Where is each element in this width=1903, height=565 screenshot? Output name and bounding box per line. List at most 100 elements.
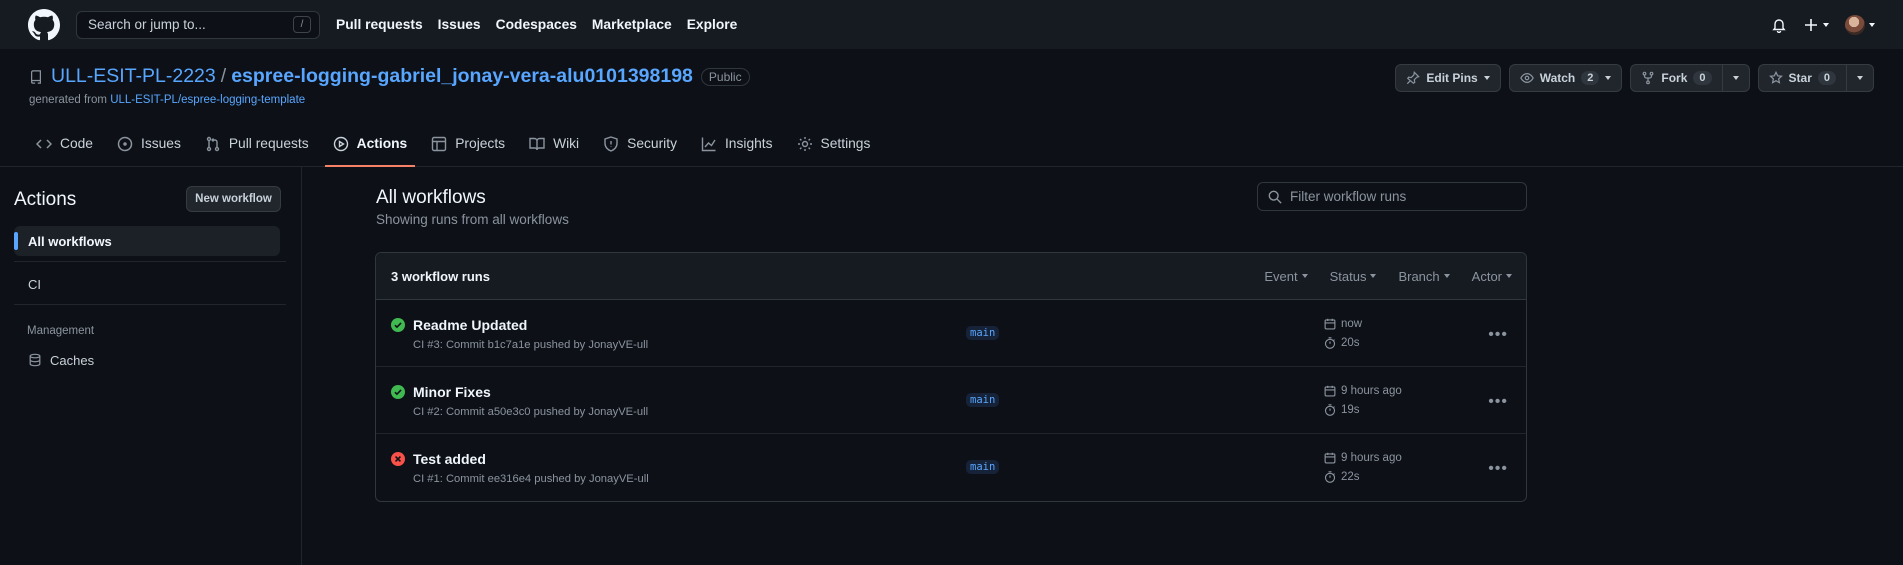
search-shortcut-key: / <box>293 16 311 33</box>
code-icon <box>36 139 52 149</box>
tab-settings-label: Settings <box>820 136 871 151</box>
run-time: 9 hours ago <box>1324 385 1402 397</box>
pin-icon <box>1407 71 1421 85</box>
global-header: Search or jump to... / Pull requests Iss… <box>0 0 1903 49</box>
filter-status-label: Status <box>1329 268 1367 284</box>
tab-code-label: Code <box>60 136 93 151</box>
run-duration: 22s <box>1324 471 1360 483</box>
run-time-label: 9 hours ago <box>1341 385 1402 397</box>
run-time-label: 9 hours ago <box>1341 452 1402 464</box>
repo-actions: Edit Pins Watch 2 Fork 0 Star 0 <box>1395 64 1874 92</box>
user-menu[interactable] <box>1845 14 1875 35</box>
runs-header: 3 workflow runs Event Status Branch Acto… <box>376 253 1526 300</box>
run-title[interactable]: Minor Fixes <box>413 384 491 400</box>
x-circle-icon <box>391 452 405 466</box>
eye-icon <box>1519 73 1534 83</box>
run-meta: CI #3: Commit b1c7a1e pushed by JonayVE-… <box>413 339 649 351</box>
run-duration: 19s <box>1324 404 1360 416</box>
tab-security[interactable]: Security <box>595 131 685 167</box>
chevron-down-icon <box>1869 22 1875 27</box>
tab-code[interactable]: Code <box>28 131 101 167</box>
star-label: Star <box>1788 71 1812 85</box>
workflow-run-row[interactable]: Minor Fixes CI #2: Commit a50e3c0 pushed… <box>376 367 1526 434</box>
sidebar-item-caches[interactable]: Caches <box>14 345 280 375</box>
page-title: All workflows <box>376 187 486 208</box>
repo-owner-link[interactable]: ULL-ESIT-PL-2223 <box>51 65 216 88</box>
fork-label: Fork <box>1661 71 1688 85</box>
watch-button[interactable]: Watch 2 <box>1508 64 1623 92</box>
tab-issues[interactable]: Issues <box>109 131 189 167</box>
chevron-down-icon <box>1605 76 1612 80</box>
sidebar-item-all-workflows[interactable]: All workflows <box>14 226 280 256</box>
tab-actions[interactable]: Actions <box>324 131 416 167</box>
kebab-menu-icon[interactable]: ••• <box>1488 326 1508 344</box>
workflow-run-row[interactable]: Readme Updated CI #3: Commit b1c7a1e pus… <box>376 300 1526 367</box>
new-workflow-button[interactable]: New workflow <box>186 186 281 212</box>
chevron-down-icon <box>1370 274 1377 278</box>
nav-codespaces[interactable]: Codespaces <box>496 17 577 32</box>
sidebar-item-caches-label: Caches <box>50 352 95 368</box>
branch-label[interactable]: main <box>966 460 1000 474</box>
run-title[interactable]: Test added <box>413 451 486 467</box>
bell-icon[interactable] <box>1771 17 1787 33</box>
filter-branch-label: Branch <box>1398 268 1440 284</box>
search-input[interactable]: Search or jump to... / <box>76 10 320 39</box>
star-dropdown-button[interactable] <box>1847 64 1874 92</box>
nav-marketplace[interactable]: Marketplace <box>592 17 672 32</box>
tab-insights[interactable]: Insights <box>693 131 781 167</box>
edit-pins-button[interactable]: Edit Pins <box>1395 64 1501 92</box>
chevron-down-icon <box>1732 76 1739 80</box>
filter-placeholder: Filter workflow runs <box>1290 189 1407 204</box>
tab-pull-requests-label: Pull requests <box>228 136 309 151</box>
repo-name-link[interactable]: espree-logging-gabriel_jonay-vera-alu010… <box>231 65 693 88</box>
search-placeholder: Search or jump to... <box>88 17 206 32</box>
calendar-icon <box>1324 452 1336 464</box>
page-subtitle: Showing runs from all workflows <box>376 212 569 227</box>
watch-label: Watch <box>1539 71 1576 85</box>
run-title[interactable]: Readme Updated <box>413 317 527 333</box>
nav-pull-requests[interactable]: Pull requests <box>336 17 423 32</box>
tab-actions-label: Actions <box>356 136 408 151</box>
sidebar-divider <box>14 261 286 262</box>
issue-icon <box>117 136 133 152</box>
sidebar-item-ci[interactable]: CI <box>14 269 280 299</box>
filter-event-label: Event <box>1264 268 1298 284</box>
filter-branch[interactable]: Branch <box>1398 268 1450 284</box>
check-circle-icon <box>391 385 405 399</box>
tab-insights-label: Insights <box>724 136 773 151</box>
repo-icon <box>31 69 41 84</box>
header-actions <box>1771 0 1875 49</box>
tab-pull-requests[interactable]: Pull requests <box>197 131 317 167</box>
tab-settings[interactable]: Settings <box>789 131 879 167</box>
generated-prefix: generated from <box>29 94 107 106</box>
workflow-run-row[interactable]: Test added CI #1: Commit ee316e4 pushed … <box>376 434 1526 501</box>
fork-button-group: Fork 0 <box>1630 64 1750 92</box>
calendar-icon <box>1324 385 1336 397</box>
tab-projects[interactable]: Projects <box>423 131 513 167</box>
filter-workflow-runs-input[interactable]: Filter workflow runs <box>1257 182 1527 211</box>
star-button[interactable]: Star 0 <box>1757 64 1847 92</box>
nav-issues[interactable]: Issues <box>438 17 481 32</box>
top-nav: Pull requests Issues Codespaces Marketpl… <box>336 17 737 32</box>
run-meta: CI #1: Commit ee316e4 pushed by JonayVE-… <box>413 473 649 485</box>
filter-actor[interactable]: Actor <box>1472 269 1512 284</box>
tab-projects-label: Projects <box>455 136 506 151</box>
filter-status[interactable]: Status <box>1330 269 1377 284</box>
nav-explore[interactable]: Explore <box>687 17 738 32</box>
kebab-menu-icon[interactable]: ••• <box>1488 393 1508 411</box>
tab-wiki[interactable]: Wiki <box>521 131 587 167</box>
fork-button[interactable]: Fork 0 <box>1630 64 1723 92</box>
filter-event[interactable]: Event <box>1264 268 1308 284</box>
sidebar-divider <box>14 304 286 305</box>
branch-label[interactable]: main <box>966 393 1000 407</box>
template-link[interactable]: ULL-ESIT-PL/espree-logging-template <box>110 94 305 106</box>
branch-label[interactable]: main <box>966 326 1000 340</box>
fork-count: 0 <box>1693 71 1712 85</box>
kebab-menu-icon[interactable]: ••• <box>1488 460 1508 478</box>
github-logo-icon[interactable] <box>28 8 60 41</box>
fork-dropdown-button[interactable] <box>1722 64 1750 92</box>
create-new-menu[interactable] <box>1803 17 1829 33</box>
check-circle-icon <box>391 318 405 332</box>
fork-icon <box>1642 71 1654 85</box>
workflow-runs-list: 3 workflow runs Event Status Branch Acto… <box>375 252 1527 502</box>
